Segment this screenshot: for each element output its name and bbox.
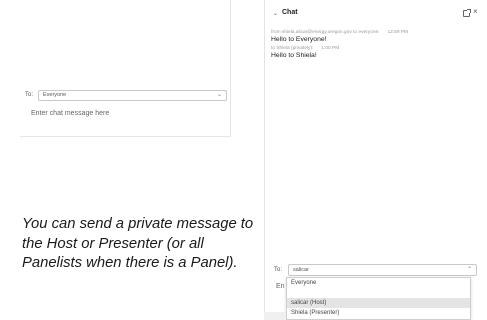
recipient-input-value: salicar <box>293 266 309 273</box>
recipient-row: To: salicar ⌃ <box>274 263 477 276</box>
dropdown-option-everyone[interactable]: Everyone <box>287 278 470 288</box>
chat-message-input[interactable]: En <box>276 283 285 290</box>
recipient-dropdown: Everyone salicar (Host) Shiela (Presente… <box>286 277 471 320</box>
left-chat-input[interactable]: Enter chat message here <box>31 110 109 117</box>
message-time: 1:00 PM <box>321 45 340 51</box>
message-text: Hello to Shiela! <box>271 51 317 59</box>
dropdown-spacer <box>287 288 470 298</box>
message-meta: to Shiela (privately): 1:00 PM <box>271 45 483 52</box>
left-recipient-select[interactable]: Everyone ⌄ <box>38 89 227 101</box>
left-chat-composer: To: Everyone ⌄ Enter chat message here <box>20 0 231 137</box>
recipient-select[interactable]: salicar ⌃ <box>288 263 477 276</box>
message-time: 12:59 PM <box>387 30 409 35</box>
message-sender: to Shiela (privately): <box>271 45 314 51</box>
chat-message-list: from shiela.alicar@energy.oregon.gov to … <box>271 29 483 60</box>
left-recipient-row: To: Everyone ⌄ <box>25 89 227 101</box>
message-text: Hello to Everyone! <box>271 36 327 43</box>
close-icon[interactable]: × <box>473 7 478 16</box>
instruction-caption: You can send a private message to the Ho… <box>22 216 254 271</box>
message-meta: from shiela.alicar@energy.oregon.gov to … <box>271 29 483 36</box>
left-recipient-value: Everyone <box>43 92 67 98</box>
left-to-label: To: <box>25 92 34 98</box>
chat-title: Chat <box>282 9 298 16</box>
bottom-bar <box>264 312 286 320</box>
dropdown-option-host[interactable]: salicar (Host) <box>287 298 470 308</box>
chat-window: ⌄ Chat × from shiela.alicar@energy.orego… <box>264 0 487 320</box>
chevron-down-icon: ⌄ <box>216 92 222 98</box>
message-sender: from shiela.alicar@energy.oregon.gov to … <box>271 30 380 35</box>
to-label: To: <box>274 266 283 273</box>
chat-header: ⌄ Chat × <box>265 7 487 23</box>
collapse-chevron-icon[interactable]: ⌄ <box>273 10 278 17</box>
dropdown-option-presenter[interactable]: Shiela (Presenter) <box>287 308 470 318</box>
chevron-up-icon: ⌃ <box>466 266 472 273</box>
popout-icon[interactable] <box>463 9 471 17</box>
